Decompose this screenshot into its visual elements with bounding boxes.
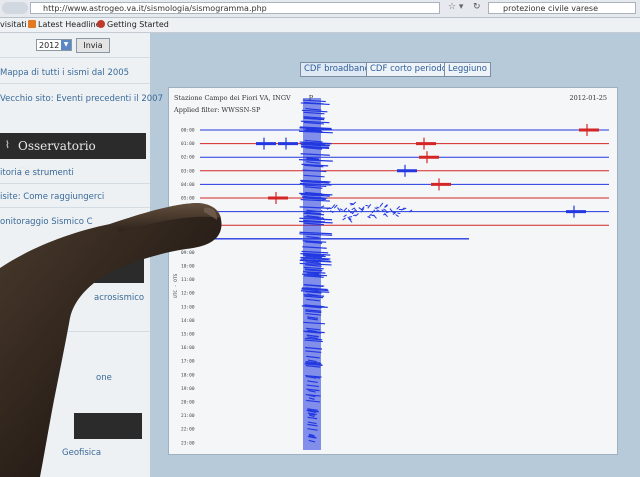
pointing-hand [0, 203, 222, 477]
monitor-screen: http://www.astrogeo.va.it/sismologia/sis… [0, 0, 640, 477]
hand-shape [0, 203, 222, 477]
